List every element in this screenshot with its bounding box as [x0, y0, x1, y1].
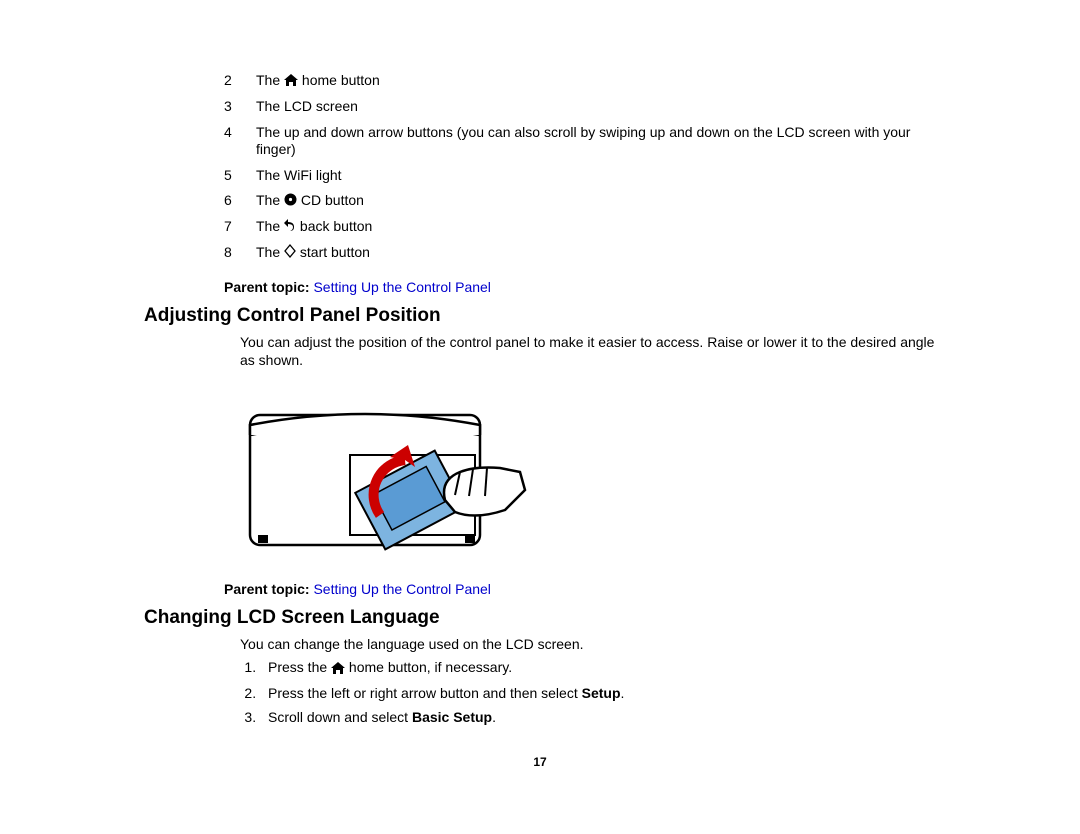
legend-text: CD button [297, 192, 364, 208]
legend-text: The [256, 72, 284, 88]
step-text: home button, if necessary. [345, 659, 512, 675]
page-number: 17 [144, 755, 936, 769]
legend-text: The [256, 244, 284, 260]
legend-number: 4 [224, 124, 256, 159]
section-body: You can change the language used on the … [240, 635, 936, 653]
parent-topic: Parent topic: Setting Up the Control Pan… [224, 581, 936, 597]
parent-topic-label: Parent topic: [224, 581, 313, 597]
legend-text: The [256, 192, 284, 208]
legend-row: 6 The CD button [224, 192, 936, 210]
steps-list: Press the home button, if necessary. Pre… [240, 659, 936, 724]
legend-number: 6 [224, 192, 256, 210]
legend-description: The back button [256, 218, 936, 236]
legend-number: 3 [224, 98, 256, 116]
step-text: Scroll down and select [268, 709, 412, 725]
step-bold: Basic Setup [412, 709, 492, 725]
legend-row: 2 The home button [224, 72, 936, 90]
legend-text: The [256, 218, 284, 234]
parent-topic-link[interactable]: Setting Up the Control Panel [313, 581, 490, 597]
legend-description: The WiFi light [256, 167, 936, 185]
document-page: 2 The home button 3 The LCD screen 4 The… [0, 0, 1080, 809]
step-bold: Setup [582, 685, 621, 701]
legend-row: 7 The back button [224, 218, 936, 236]
legend-description: The CD button [256, 192, 936, 210]
legend-text: The up and down arrow buttons (you can a… [256, 124, 910, 158]
legend-description: The home button [256, 72, 936, 90]
cd-icon [284, 193, 297, 211]
parent-topic: Parent topic: Setting Up the Control Pan… [224, 279, 936, 295]
section-heading-adjusting: Adjusting Control Panel Position [144, 305, 936, 327]
legend-text: back button [296, 218, 372, 234]
parent-topic-label: Parent topic: [224, 279, 313, 295]
legend-description: The start button [256, 244, 936, 263]
legend-row: 5 The WiFi light [224, 167, 936, 185]
step-item: Press the home button, if necessary. [260, 659, 936, 676]
step-text: . [621, 685, 625, 701]
start-icon [284, 244, 296, 263]
legend-row: 4 The up and down arrow buttons (you can… [224, 124, 936, 159]
section-heading-language: Changing LCD Screen Language [144, 607, 936, 629]
legend-text: start button [296, 244, 370, 260]
printer-illustration [240, 385, 530, 565]
step-item: Scroll down and select Basic Setup. [260, 709, 936, 725]
back-icon [284, 219, 296, 237]
step-text: Press the [268, 659, 331, 675]
home-icon [331, 661, 345, 677]
legend-number: 2 [224, 72, 256, 90]
legend-description: The up and down arrow buttons (you can a… [256, 124, 936, 159]
legend-number: 5 [224, 167, 256, 185]
step-item: Press the left or right arrow button and… [260, 685, 936, 701]
legend-text: home button [298, 72, 380, 88]
legend-list: 2 The home button 3 The LCD screen 4 The… [224, 72, 936, 263]
parent-topic-link[interactable]: Setting Up the Control Panel [313, 279, 490, 295]
legend-text: The LCD screen [256, 98, 358, 114]
step-text: Press the left or right arrow button and… [268, 685, 582, 701]
legend-row: 8 The start button [224, 244, 936, 263]
home-icon [284, 73, 298, 91]
section-body: You can adjust the position of the contr… [240, 333, 936, 369]
legend-row: 3 The LCD screen [224, 98, 936, 116]
legend-description: The LCD screen [256, 98, 936, 116]
legend-text: The WiFi light [256, 167, 342, 183]
legend-number: 8 [224, 244, 256, 263]
step-text: . [492, 709, 496, 725]
legend-number: 7 [224, 218, 256, 236]
